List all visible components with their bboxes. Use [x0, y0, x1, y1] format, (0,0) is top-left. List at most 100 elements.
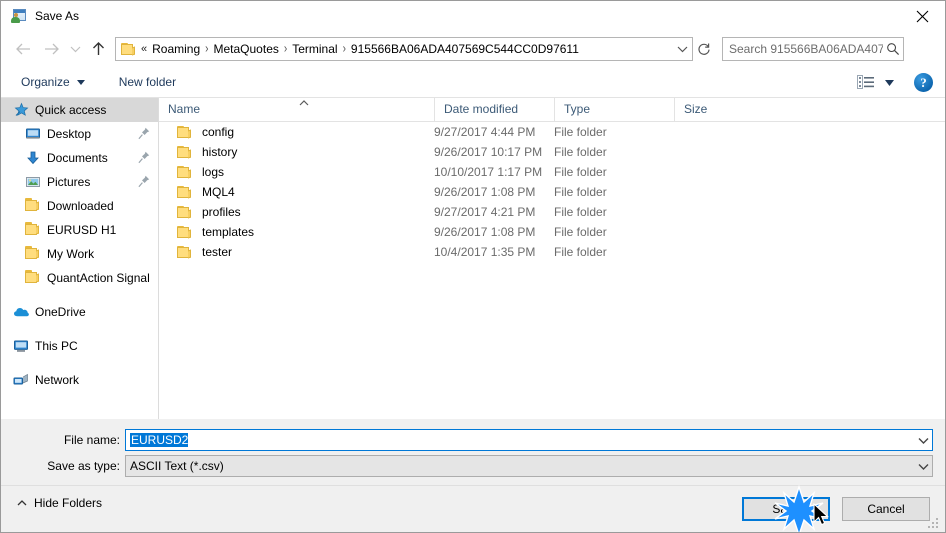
up-icon[interactable] — [85, 35, 111, 63]
save-button-label: Save — [772, 502, 800, 516]
organize-label: Organize — [21, 75, 70, 89]
file-date-cell: 10/4/2017 1:35 PM — [434, 245, 536, 259]
cancel-button[interactable]: Cancel — [842, 497, 930, 521]
column-header-label: Date modified — [444, 102, 519, 116]
sidebar-item-label: QuantAction Signal — [47, 271, 150, 285]
desktop-icon — [25, 126, 41, 142]
file-name-cell: logs — [159, 165, 224, 179]
sidebar-item-label: Downloaded — [47, 199, 114, 213]
breadcrumb-item-2[interactable]: Terminal — [289, 42, 340, 56]
view-options-icon[interactable] — [857, 74, 875, 91]
table-row[interactable]: profiles 9/27/2017 4:21 PM File folder — [159, 202, 945, 222]
folder-icon — [177, 145, 193, 159]
pin-icon[interactable] — [138, 127, 150, 140]
file-name-cell: profiles — [159, 205, 241, 219]
column-header-size[interactable]: Size — [674, 98, 754, 121]
search-placeholder: Search 915566BA06ADA40756... — [729, 42, 883, 56]
organize-button[interactable]: Organize — [14, 70, 92, 94]
save-form: File name: EURUSD2 Save as type: ASCII T… — [1, 419, 945, 485]
sidebar-item-label: Documents — [47, 151, 108, 165]
breadcrumb-overflow[interactable]: « — [139, 43, 149, 55]
save-button[interactable]: Save — [742, 497, 830, 521]
folder-icon — [25, 198, 41, 211]
save-as-type-label: Save as type: — [47, 459, 120, 473]
column-header-name[interactable]: Name — [159, 98, 434, 121]
table-row[interactable]: templates 9/26/2017 1:08 PM File folder — [159, 222, 945, 242]
folder-icon — [177, 205, 193, 219]
sidebar-item-documents[interactable]: Documents — [1, 146, 158, 170]
sidebar-item-desktop[interactable]: Desktop — [1, 122, 158, 146]
search-icon[interactable] — [883, 42, 903, 56]
sidebar-item-label: EURUSD H1 — [47, 223, 117, 237]
file-name-cell: tester — [159, 245, 232, 259]
window-title: Save As — [35, 9, 80, 23]
column-header-date-modified[interactable]: Date modified — [434, 98, 554, 121]
file-date-cell: 9/26/2017 1:08 PM — [434, 185, 536, 199]
address-bar[interactable]: « Roaming › MetaQuotes › Terminal › 9155… — [115, 37, 693, 61]
breadcrumb: « Roaming › MetaQuotes › Terminal › 9155… — [137, 42, 672, 56]
sidebar-item-onedrive[interactable]: OneDrive — [1, 300, 158, 324]
star-pin-icon — [13, 102, 29, 118]
folder-icon — [25, 270, 41, 283]
file-name-dropdown-icon[interactable] — [914, 437, 932, 444]
folder-icon — [177, 185, 193, 199]
table-row[interactable]: history 9/26/2017 10:17 PM File folder — [159, 142, 945, 162]
sidebar-item-label: Network — [35, 373, 80, 387]
documents-download-icon — [25, 150, 41, 166]
sidebar-item-eurusd-h1[interactable]: EURUSD H1 — [1, 218, 158, 242]
save-as-type-dropdown-icon[interactable] — [914, 463, 932, 470]
breadcrumb-separator[interactable]: › — [341, 42, 348, 56]
pin-icon[interactable] — [138, 175, 150, 188]
sidebar-item-label: This PC — [35, 339, 78, 353]
recent-locations-icon[interactable] — [65, 35, 85, 63]
folder-icon — [177, 245, 193, 259]
forward-icon[interactable] — [37, 35, 65, 63]
sidebar-item-this-pc[interactable]: This PC — [1, 334, 158, 358]
breadcrumb-item-3[interactable]: 915566BA06ADA407569C544CC0D97611 — [348, 42, 582, 56]
table-row[interactable]: MQL4 9/26/2017 1:08 PM File folder — [159, 182, 945, 202]
pin-icon[interactable] — [138, 151, 150, 164]
breadcrumb-separator[interactable]: › — [282, 42, 289, 56]
sidebar-item-network[interactable]: Network — [1, 368, 158, 392]
file-name-text: MQL4 — [202, 185, 235, 199]
breadcrumb-separator[interactable]: › — [203, 42, 210, 56]
folder-icon — [25, 198, 41, 214]
navigation-pane: Quick access Desktop Documents Pictures Down… — [1, 98, 159, 419]
search-input[interactable]: Search 915566BA06ADA40756... — [722, 37, 904, 61]
file-name-input[interactable]: EURUSD2 — [125, 429, 933, 451]
file-name-value: EURUSD2 — [130, 433, 189, 447]
new-folder-button[interactable]: New folder — [112, 70, 183, 94]
file-name-label: File name: — [63, 433, 120, 447]
file-name-text: profiles — [202, 205, 241, 219]
back-icon[interactable] — [9, 35, 37, 63]
resize-grip-icon[interactable] — [928, 518, 940, 530]
sidebar-item-quantaction-signal[interactable]: QuantAction Signal — [1, 266, 158, 290]
sidebar-item-my-work[interactable]: My Work — [1, 242, 158, 266]
view-caret-down-icon[interactable] — [885, 79, 894, 86]
hide-folders-button[interactable]: Hide Folders — [13, 494, 106, 512]
save-as-type-select[interactable]: ASCII Text (*.csv) — [125, 455, 933, 477]
sidebar-item-label: Desktop — [47, 127, 92, 141]
file-date-cell: 9/27/2017 4:44 PM — [434, 125, 536, 139]
file-date-cell: 9/26/2017 10:17 PM — [434, 145, 543, 159]
column-header-label: Type — [564, 102, 591, 116]
sidebar-item-label: Pictures — [47, 175, 91, 189]
refresh-icon[interactable] — [693, 37, 715, 61]
sidebar-item-downloaded[interactable]: Downloaded — [1, 194, 158, 218]
column-header-type[interactable]: Type — [554, 98, 674, 121]
table-row[interactable]: logs 10/10/2017 1:17 PM File folder — [159, 162, 945, 182]
folder-icon — [25, 270, 41, 286]
close-icon[interactable] — [899, 1, 945, 31]
hide-folders-label: Hide Folders — [34, 496, 103, 510]
help-button[interactable]: ? — [914, 73, 933, 92]
sidebar-item-quick-access[interactable]: Quick access — [1, 98, 158, 122]
address-dropdown-icon[interactable] — [672, 45, 692, 53]
table-row[interactable]: config 9/27/2017 4:44 PM File folder — [159, 122, 945, 142]
table-row[interactable]: tester 10/4/2017 1:35 PM File folder — [159, 242, 945, 262]
file-type-cell: File folder — [554, 125, 607, 139]
sidebar-item-pictures[interactable]: Pictures — [1, 170, 158, 194]
breadcrumb-item-0[interactable]: Roaming — [149, 42, 203, 56]
breadcrumb-item-1[interactable]: MetaQuotes — [211, 42, 282, 56]
